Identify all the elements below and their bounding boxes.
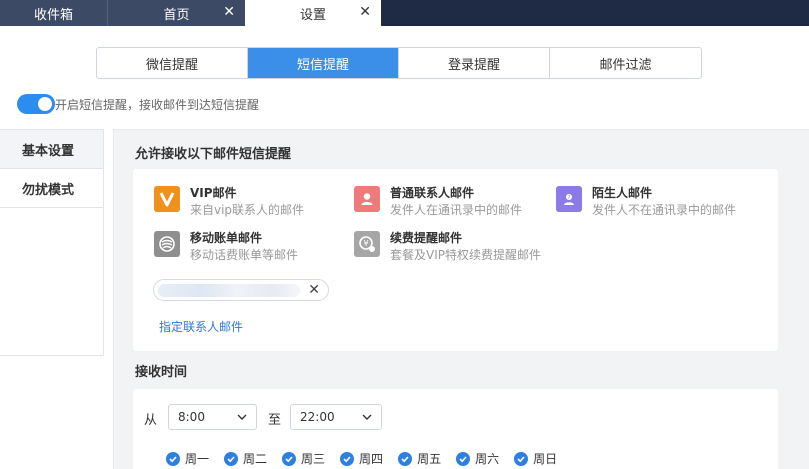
weekday-label: 周一 [185,452,210,466]
mail-type-stranger[interactable]: ? 陌生人邮件 发件人不在通讯录中的邮件 [556,185,736,218]
renewal-icon: ¥ [354,231,380,257]
weekday-label: 周四 [359,452,384,466]
check-icon [166,451,180,466]
receive-time-title: 接收时间 [135,365,188,380]
mail-type-desc: 套餐及VIP特权续费提醒邮件 [390,248,541,262]
tab-home-label: 首页 [163,7,190,23]
mail-type-desc: 发件人在通讯录中的邮件 [390,203,523,217]
mail-type-renewal[interactable]: ¥ 续费提醒邮件 套餐及VIP特权续费提醒邮件 [354,230,541,263]
tab-settings-label: 设置 [299,7,326,23]
tab-mail-filter[interactable]: 邮件过滤 [550,48,701,78]
weekday-sun[interactable]: 周日 [514,450,557,467]
weekday-label: 周三 [301,452,326,466]
mail-type-desc: 移动话费账单等邮件 [190,248,299,262]
weekday-checkboxes: 周一 周二 周三 周四 周五 周六 周日 [166,450,572,467]
check-icon [514,451,529,466]
assign-contact-link[interactable]: 指定联系人邮件 [159,318,243,335]
tab-settings[interactable]: 设置 ✕ [245,0,381,26]
chevron-down-icon [237,414,247,420]
reminder-type-tabs: 微信提醒 短信提醒 登录提醒 邮件过滤 [96,47,702,79]
mail-type-title: 陌生人邮件 [592,186,653,200]
subnav-item-basic[interactable]: 基本设置 [0,130,103,169]
check-icon [282,451,297,466]
weekday-tue[interactable]: 周二 [224,450,267,467]
tab-wechat-reminder[interactable]: 微信提醒 [97,48,248,78]
mail-type-desc: 来自vip联系人的邮件 [190,203,305,217]
tab-inbox-label: 收件箱 [33,7,73,23]
sms-reminder-toggle[interactable] [17,94,55,114]
tab-login-reminder[interactable]: 登录提醒 [399,48,550,78]
weekday-label: 周五 [417,452,442,466]
tab-home[interactable]: 首页 ✕ [108,0,245,26]
mail-type-title: VIP邮件 [190,186,237,200]
blurred-contact [158,284,300,297]
mail-type-mobile-bill[interactable]: 移动账单邮件 移动话费账单等邮件 [154,230,298,263]
to-time-value: 22:00 [300,410,335,424]
weekday-label: 周二 [243,452,268,466]
mobile-bill-icon [154,231,180,257]
chevron-down-icon [362,414,372,420]
mail-type-title: 续费提醒邮件 [390,231,463,245]
close-icon[interactable]: ✕ [359,5,371,19]
chip-close-icon[interactable]: ✕ [308,281,320,299]
sms-reminder-toggle-label: 开启短信提醒，接收邮件到达短信提醒 [55,98,260,112]
settings-subnav: 基本设置 勿扰模式 [0,129,104,356]
from-time-value: 8:00 [178,410,205,424]
stranger-icon: ? [556,186,582,212]
check-icon [456,451,471,466]
check-icon [224,451,239,466]
tabbar-filler [381,0,809,26]
svg-text:¥: ¥ [363,239,368,248]
weekday-thu[interactable]: 周四 [340,450,383,467]
weekday-label: 周六 [475,452,500,466]
subnav-item-dnd[interactable]: 勿扰模式 [0,169,103,208]
check-icon [340,451,355,466]
svg-text:?: ? [568,195,571,201]
mail-type-desc: 发件人不在通讯录中的邮件 [592,203,737,217]
mail-type-contact[interactable]: 普通联系人邮件 发件人在通讯录中的邮件 [354,185,522,218]
mail-type-title: 普通联系人邮件 [390,186,475,200]
top-tab-bar: 收件箱 首页 ✕ 设置 ✕ [0,0,809,26]
tab-sms-reminder[interactable]: 短信提醒 [248,48,399,78]
mail-type-card: VIP邮件 来自vip联系人的邮件 普通联系人邮件 发件人在通讯录中的邮件 ? … [133,169,778,351]
vip-icon [154,186,180,212]
weekday-wed[interactable]: 周三 [282,450,325,467]
to-label: 至 [268,413,282,428]
contact-chip[interactable]: ✕ [153,279,329,301]
allow-section-title: 允许接收以下邮件短信提醒 [135,147,292,162]
contact-icon [354,186,380,212]
receive-time-card: 从 8:00 至 22:00 周一 周二 周三 周四 周五 周六 周日 [133,389,778,469]
weekday-sat[interactable]: 周六 [456,450,499,467]
weekday-label: 周日 [533,452,558,466]
tab-inbox[interactable]: 收件箱 [0,0,108,26]
toggle-knob [38,97,52,111]
weekday-mon[interactable]: 周一 [166,450,209,467]
mail-type-title: 移动账单邮件 [190,231,263,245]
to-time-select[interactable]: 22:00 [290,404,382,430]
close-icon[interactable]: ✕ [223,5,235,19]
from-label: 从 [144,413,158,428]
check-icon [398,451,413,466]
weekday-fri[interactable]: 周五 [398,450,441,467]
mail-type-vip[interactable]: VIP邮件 来自vip联系人的邮件 [154,185,304,218]
from-time-select[interactable]: 8:00 [168,404,257,430]
settings-panel: 允许接收以下邮件短信提醒 VIP邮件 来自vip联系人的邮件 普通联系人邮件 发… [113,129,809,469]
